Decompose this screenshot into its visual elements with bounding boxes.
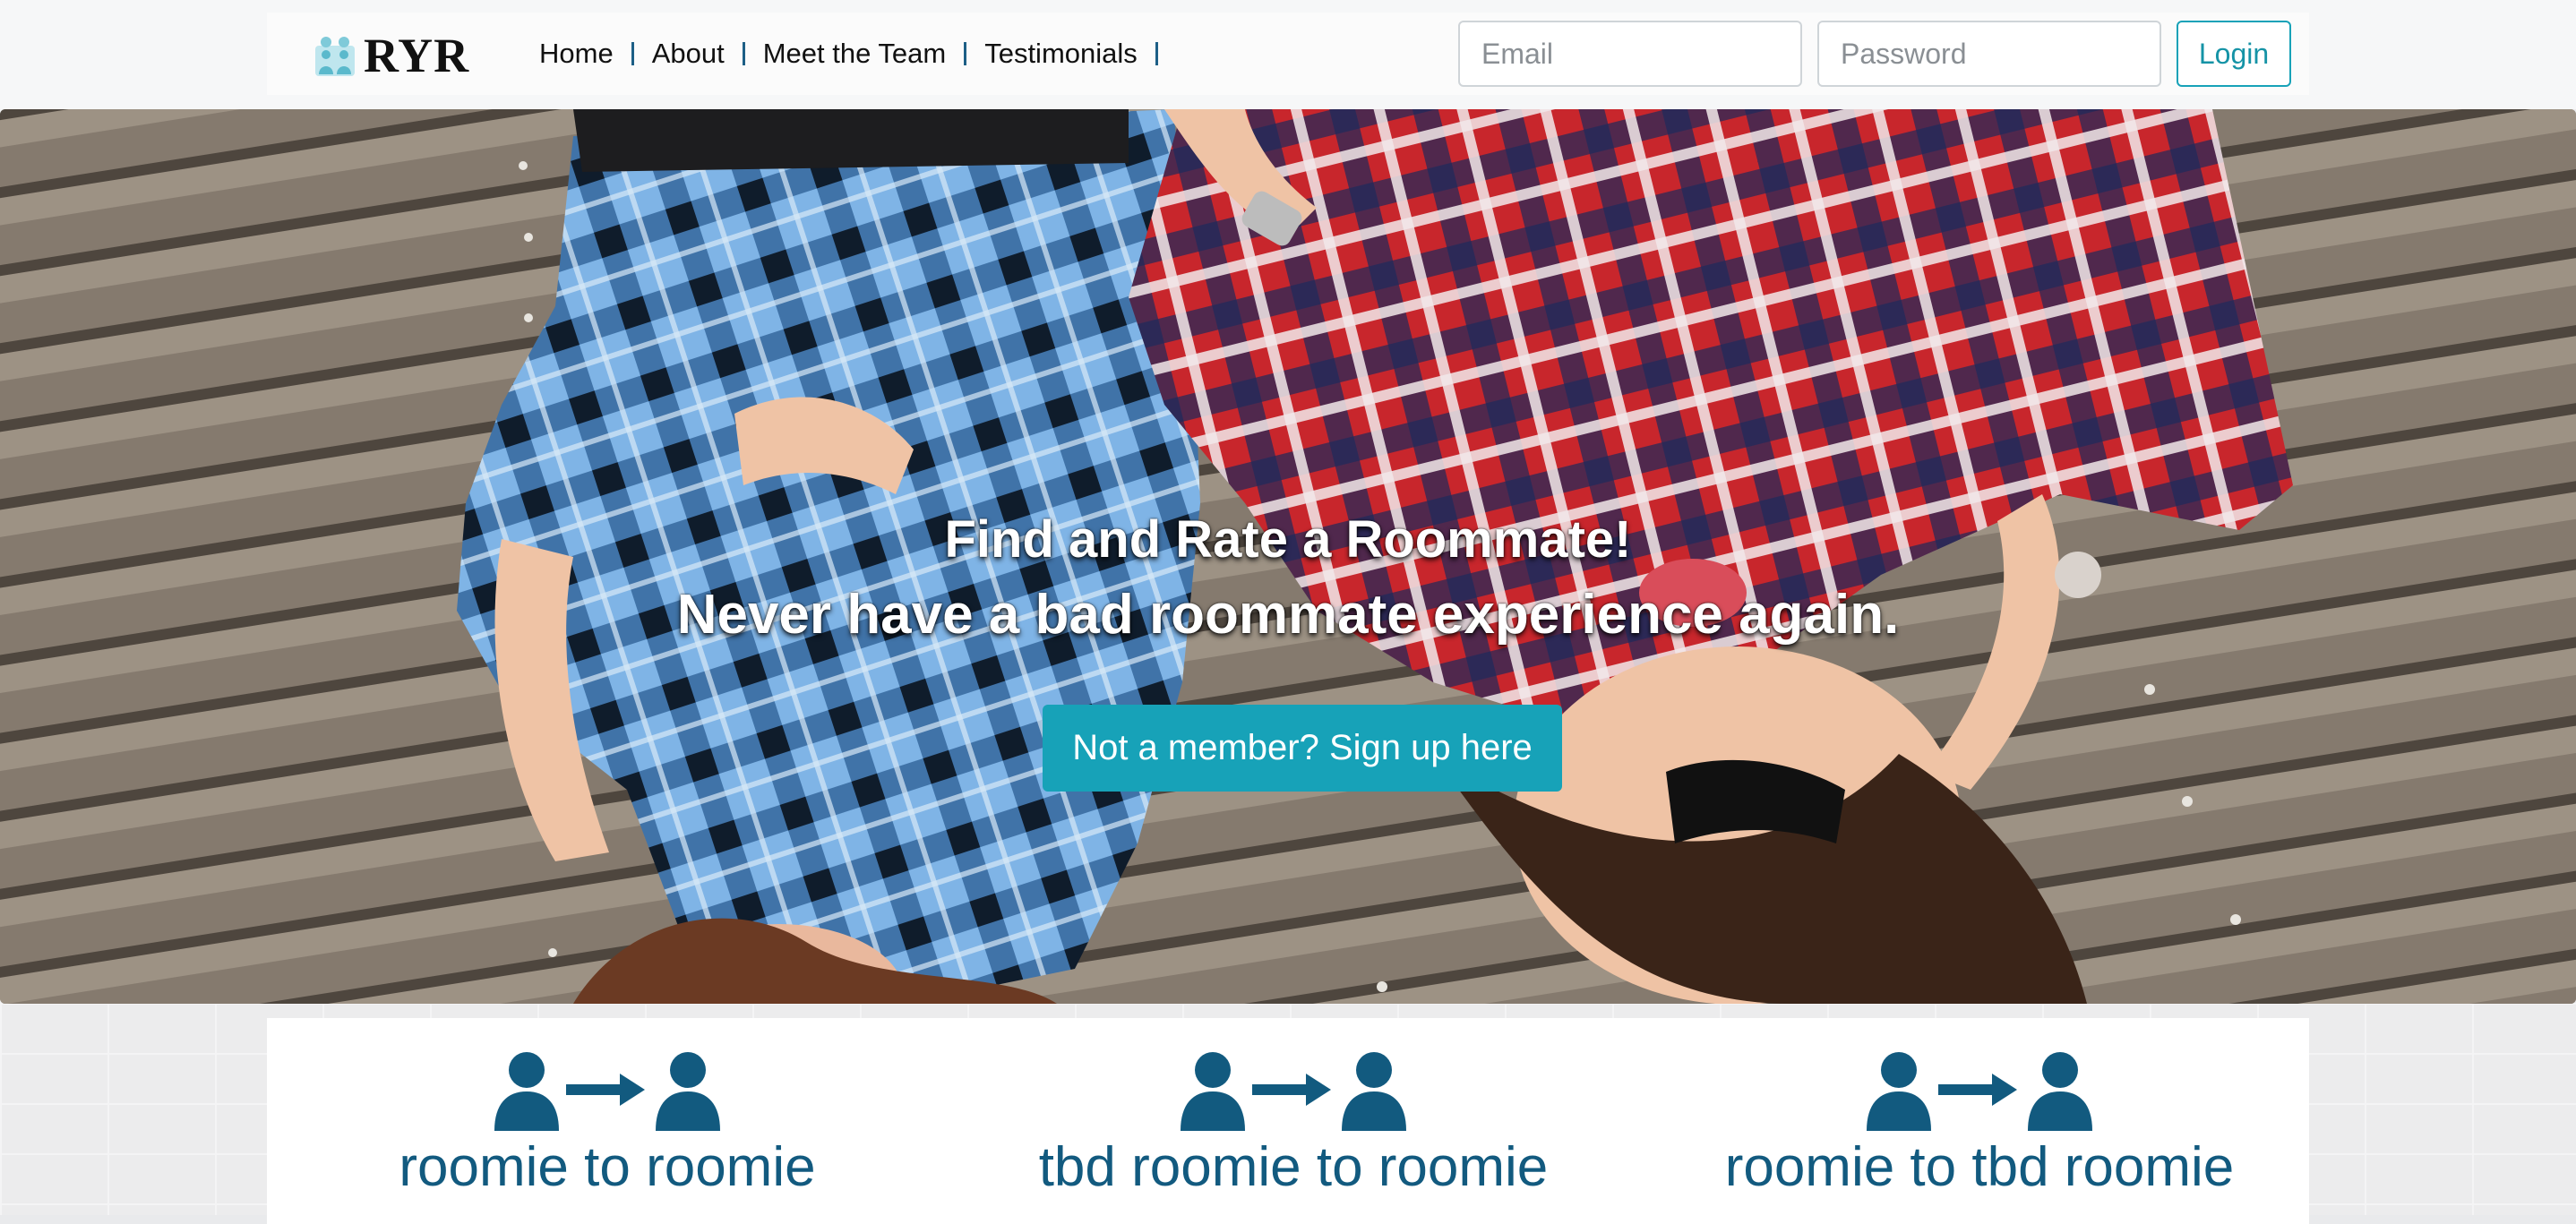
nav-link-meet-the-team[interactable]: Meet the Team xyxy=(745,38,964,70)
hero-headline-block: Find and Rate a Roommate! Never have a b… xyxy=(0,503,2576,654)
feature-title: tbd roomie to roomie xyxy=(1038,1136,1549,1198)
person-arrow-person-icon xyxy=(1867,1052,2092,1131)
feature-title: roomie to tbd roomie xyxy=(1724,1136,2235,1198)
nav-links: Home About Meet the Team Testimonials xyxy=(539,13,1158,95)
feature-roomie-to-roomie: roomie to roomie xyxy=(267,1018,948,1201)
hero-headline: Find and Rate a Roommate! xyxy=(944,510,1632,569)
hero-subheadline: Never have a bad roommate experience aga… xyxy=(676,584,1900,646)
hero-banner: Find and Rate a Roommate! Never have a b… xyxy=(0,109,2576,1004)
feature-roomie-to-tbd-roomie: roomie to tbd roomie xyxy=(1639,1018,2320,1201)
person-arrow-person-icon xyxy=(1181,1052,1406,1131)
features-section: roomie to roomie tbd roomie to roomie ro… xyxy=(267,1018,2309,1224)
email-field[interactable] xyxy=(1458,21,1802,87)
nav-link-home[interactable]: Home xyxy=(539,38,631,70)
login-form: Login xyxy=(1458,20,2291,88)
brand-link[interactable]: RYR xyxy=(313,29,469,82)
feature-tbd-roomie-to-roomie: tbd roomie to roomie xyxy=(953,1018,1634,1201)
feature-title: roomie to roomie xyxy=(399,1136,816,1198)
login-button[interactable]: Login xyxy=(2177,21,2291,87)
brand-name: RYR xyxy=(364,29,470,82)
nav-separator xyxy=(1155,42,1158,65)
password-field[interactable] xyxy=(1817,21,2161,87)
navbar: RYR Home About Meet the Team Testimonial… xyxy=(267,13,2309,95)
signup-button[interactable]: Not a member? Sign up here xyxy=(1043,705,1562,792)
nav-link-about[interactable]: About xyxy=(634,38,743,70)
roommates-logo-icon xyxy=(315,37,355,76)
nav-link-testimonials[interactable]: Testimonials xyxy=(966,38,1155,70)
person-arrow-person-icon xyxy=(494,1052,720,1131)
